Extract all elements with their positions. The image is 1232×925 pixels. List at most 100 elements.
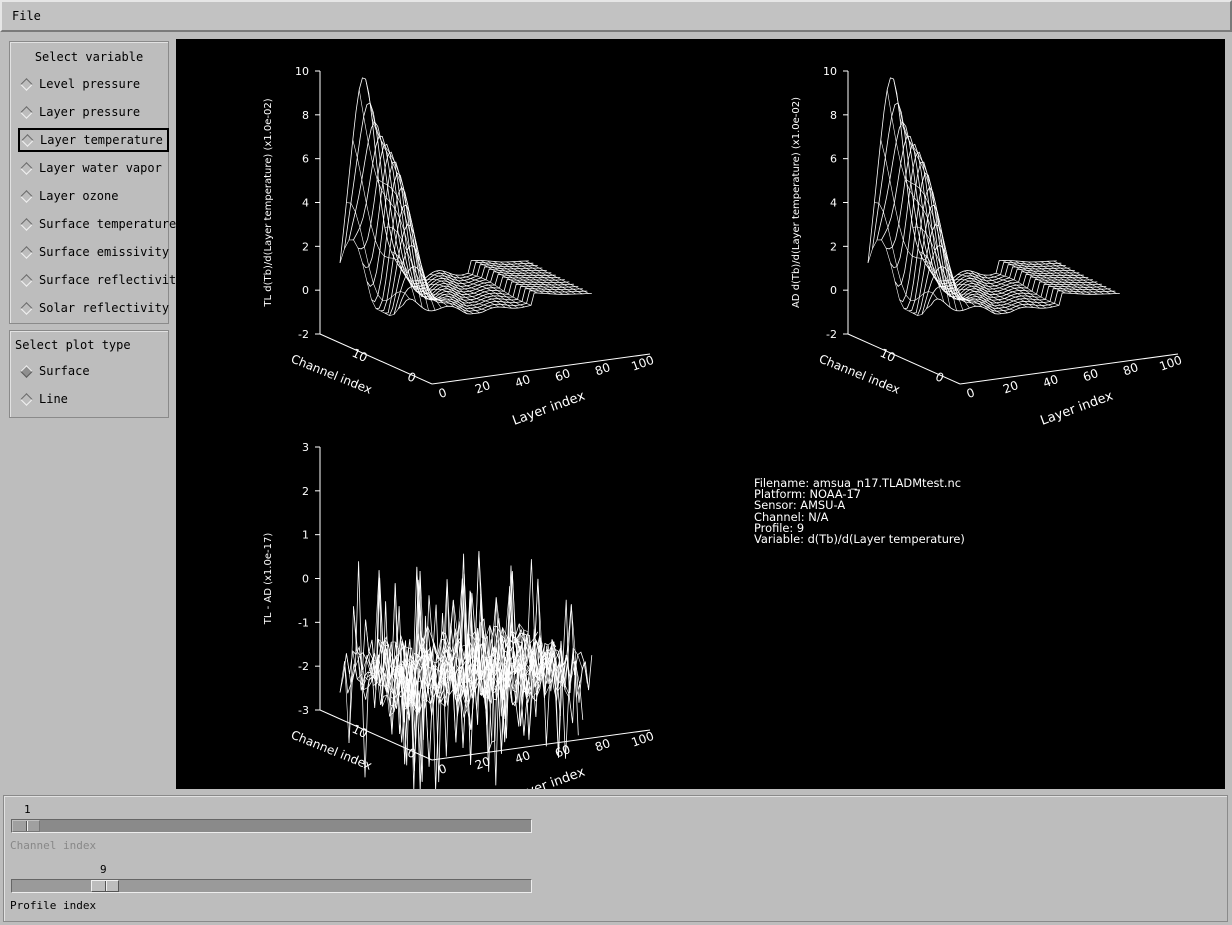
radio-diamond-icon — [21, 133, 34, 147]
radio-level-pressure[interactable]: Level pressure — [19, 74, 165, 94]
surface-wire — [903, 186, 1093, 309]
profile-slider-thumb[interactable] — [91, 880, 119, 892]
radio-diamond-icon — [20, 245, 33, 259]
z-tick-label: 0 — [302, 573, 309, 586]
radio-label: Surface temperature — [39, 217, 177, 231]
x-axis-line — [959, 353, 1179, 385]
z-tick-label: 10 — [295, 65, 309, 78]
z-tick-label: -1 — [298, 616, 309, 629]
surface-wire — [912, 226, 976, 307]
radio-diamond-icon — [20, 364, 33, 378]
radio-surface-temperature[interactable]: Surface temperature — [19, 214, 176, 234]
x-axis-line — [431, 353, 651, 385]
info-variable: Variable: d(Tb)/d(Layer temperature) — [754, 532, 965, 547]
radio-solar-reflectivity[interactable]: Solar reflectivity — [19, 298, 169, 318]
x-tick-label: 60 — [553, 366, 572, 384]
radio-label: Surface reflectivity — [39, 273, 184, 287]
radio-label: Layer pressure — [39, 105, 141, 119]
radio-label: Level pressure — [39, 77, 141, 91]
radio-layer-ozone[interactable]: Layer ozone — [19, 186, 165, 206]
z-tick-label: 3 — [302, 441, 309, 454]
radio-diamond-icon — [20, 189, 33, 203]
slider-panel: 1 Channel index 9 Profile index — [3, 795, 1228, 922]
radio-layer-temperature[interactable]: Layer temperature — [18, 128, 169, 152]
channel-index-slider[interactable] — [11, 819, 532, 833]
radio-diamond-icon — [20, 273, 33, 287]
surface-wire — [872, 102, 1062, 285]
radio-label: Surface emissivity — [39, 245, 170, 259]
radio-line-plot[interactable]: Line — [19, 389, 165, 409]
z-tick-label: 0 — [302, 284, 309, 297]
radio-label: Line — [39, 392, 68, 406]
channel-slider-label: Channel index — [10, 839, 97, 852]
radio-surface-plot[interactable]: Surface — [19, 361, 165, 381]
z-tick-label: -2 — [298, 660, 309, 673]
x-tick-label: 40 — [513, 748, 532, 766]
z-tick-label: -3 — [298, 704, 309, 717]
select-variable-panel: Select variable Level pressure Layer pre… — [9, 41, 184, 324]
x-tick-label: 60 — [1081, 366, 1100, 384]
plot-info-block: Filename: amsua_n17.TLADMtest.nc Platform… — [754, 477, 965, 547]
surface-wire — [885, 143, 1075, 293]
x-axis-line — [431, 729, 651, 761]
x-tick-label: 80 — [593, 360, 612, 378]
z-tick-label: 4 — [302, 197, 309, 210]
x-tick-label: 40 — [1041, 372, 1060, 390]
z-tick-label: 2 — [302, 240, 309, 253]
radio-layer-pressure[interactable]: Layer pressure — [19, 102, 165, 122]
z-tick-label: 10 — [823, 65, 837, 78]
menu-bar: File — [0, 0, 1232, 32]
surface-wire — [339, 77, 529, 282]
surface-wire — [357, 143, 547, 293]
profile-slider-label: Profile index — [10, 899, 97, 912]
z-tick-label: -2 — [826, 328, 837, 341]
surface-wire — [375, 186, 565, 309]
z-tick-label: 2 — [830, 240, 837, 253]
surface-wire — [384, 226, 448, 307]
z-tick-label: 8 — [830, 109, 837, 122]
x-tick-label: 20 — [473, 378, 492, 396]
surface-wire — [867, 77, 1057, 282]
radio-label: Layer ozone — [39, 189, 119, 203]
radio-label: Surface — [39, 364, 90, 378]
profile-slider-value: 9 — [100, 863, 107, 876]
surface-wire — [380, 204, 570, 312]
x-tick-label: 80 — [1121, 360, 1140, 378]
radio-diamond-icon — [20, 217, 33, 231]
z-axis-label: TL - AD (x1.0e-17) — [263, 533, 274, 626]
radio-diamond-icon — [20, 392, 33, 406]
radio-diamond-icon — [20, 161, 33, 175]
profile-index-slider[interactable] — [11, 879, 532, 893]
x-axis-label: Layer index — [511, 765, 588, 789]
x-tick-label: 60 — [553, 742, 572, 760]
radio-diamond-icon — [20, 105, 33, 119]
radio-diamond-icon — [20, 301, 33, 315]
file-menu[interactable]: File — [12, 9, 41, 23]
x-axis-label: Layer index — [511, 389, 588, 429]
x-tick-label: 40 — [513, 372, 532, 390]
plot-canvas: 10 8 6 4 2 0 -2 TL d(Tb)/d(Layer temperature) (… — [176, 39, 1225, 789]
select-plot-type-title: Select plot type — [15, 338, 131, 352]
z-axis-label: TL d(Tb)/d(Layer temperature) (x1.0e-02) — [263, 98, 274, 307]
radio-diamond-icon — [20, 77, 33, 91]
x-tick-label: 0 — [965, 385, 977, 401]
channel-slider-thumb[interactable] — [12, 820, 40, 832]
radio-surface-reflectivity[interactable]: Surface reflectivity — [19, 270, 184, 290]
select-variable-title: Select variable — [34, 50, 144, 64]
radio-surface-emissivity[interactable]: Surface emissivity — [19, 242, 169, 262]
z-tick-label: 6 — [830, 153, 837, 166]
x-tick-label: 0 — [437, 385, 449, 401]
z-tick-label: 0 — [830, 284, 837, 297]
x-tick-label: 20 — [1001, 378, 1020, 396]
z-tick-label: 1 — [302, 529, 309, 542]
z-tick-label: 8 — [302, 109, 309, 122]
radio-label: Layer temperature — [40, 133, 163, 147]
z-tick-label: 2 — [302, 485, 309, 498]
z-tick-label: 6 — [302, 153, 309, 166]
z-axis-label: AD d(Tb)/d(Layer temperature) (x1.0e-02) — [791, 97, 802, 308]
radio-layer-water-vapor[interactable]: Layer water vapor — [19, 158, 165, 178]
surface-wire — [908, 204, 1098, 312]
x-tick-label: 80 — [593, 736, 612, 754]
radio-label: Solar reflectivity — [39, 301, 170, 315]
select-plot-type-panel: Select plot type Surface Line — [9, 330, 169, 418]
